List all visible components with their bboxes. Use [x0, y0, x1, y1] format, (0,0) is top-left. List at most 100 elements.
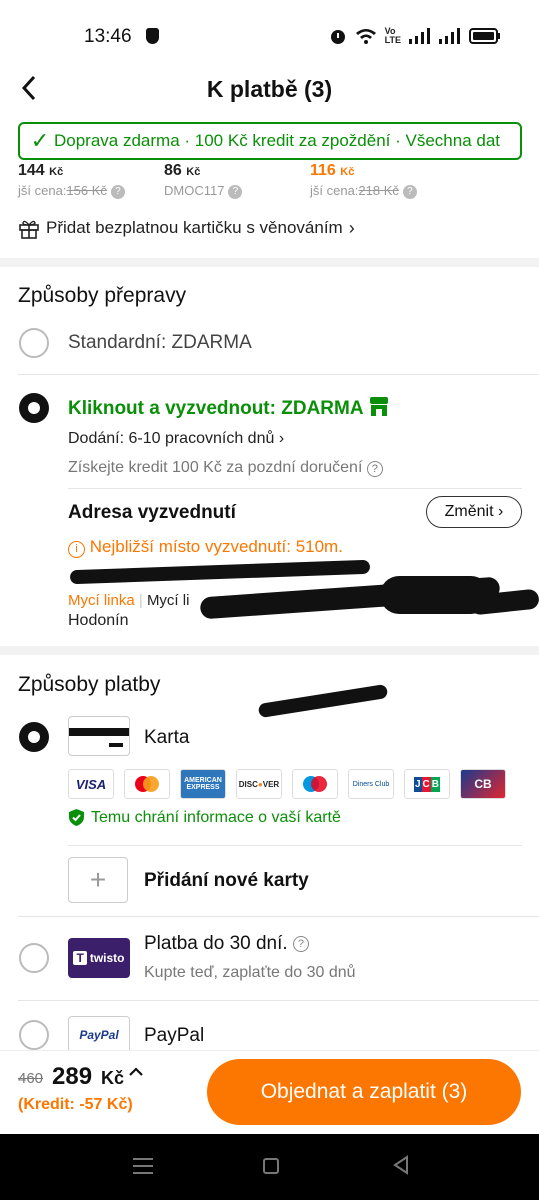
nearest-pickup-note: i Nejbližší místo vyzvednutí: 510m.	[68, 537, 343, 558]
original-total: 460	[18, 1070, 44, 1087]
amex-icon: AMERICAN EXPRESS	[180, 769, 226, 799]
twisto-logo: T twisto	[68, 938, 130, 978]
pickup-address-title: Adresa vyzvednutí	[68, 502, 236, 523]
delivery-text: Dodání: 6-10 pracovních dnů	[68, 430, 275, 447]
volte-icon: Vo LTE	[384, 26, 401, 45]
chevron-right-icon: ›	[278, 430, 285, 447]
help-icon[interactable]: ?	[110, 184, 125, 199]
product-price-row: 144 Kč jší cena:156 Kč? 86 Kč DMOC117? 1…	[18, 162, 538, 202]
divider	[18, 916, 539, 917]
help-icon[interactable]: ?	[292, 936, 309, 952]
signal-icon	[409, 28, 430, 44]
shipping-title: Způsoby přepravy	[18, 284, 187, 307]
pickup-city: Hodonín	[68, 612, 129, 629]
credit-note: Získejte kredit 100 Kč za pozdní doručen…	[68, 459, 383, 477]
price-label: jší cena:	[18, 183, 67, 198]
payment-title: Způsoby platby	[18, 673, 161, 696]
card-brands: VISA AMERICAN EXPRESS DISC ● VER Diners Clu…	[68, 769, 506, 799]
shipping-pickup-label[interactable]: Kliknout a vyzvednout: ZDARMA	[68, 397, 390, 420]
back-triangle-icon[interactable]	[392, 1155, 410, 1181]
check-icon: ✓	[30, 128, 50, 153]
promo-text: Doprava zdarma · 100 Kč kredit za zpoždě…	[54, 131, 501, 150]
product-price: 116 Kč jší cena:218 Kč?	[310, 162, 417, 199]
info-icon: i	[68, 541, 85, 558]
checkout-screen: 13:46 Vo LTE K platbě (3) 144 Kč jší cena…	[0, 0, 539, 1200]
radio-paypal[interactable]	[19, 1020, 49, 1050]
change-address-button[interactable]: Změnit ›	[426, 496, 522, 528]
card-icon	[68, 716, 130, 756]
delivery-time-link[interactable]: Dodání: 6-10 pracovních dnů ›	[68, 430, 284, 448]
shield-check-icon	[69, 809, 84, 826]
promo-banner: ✓ Doprava zdarma · 100 Kč kredit za zpož…	[18, 122, 522, 160]
price-currency: Kč	[340, 166, 355, 178]
chevron-up-icon[interactable]	[128, 1064, 144, 1085]
paypal-label[interactable]: PayPal	[144, 1025, 204, 1047]
redaction	[257, 683, 389, 719]
old-price: 218 Kč	[358, 183, 399, 198]
price-label: jší cena:	[310, 183, 359, 198]
signal-icon	[439, 28, 460, 44]
status-icons: Vo LTE	[329, 27, 501, 45]
radio-card[interactable]	[19, 722, 49, 752]
shipping-standard-label[interactable]: Standardní: ZDARMA	[68, 332, 252, 354]
menu-icon[interactable]	[133, 1158, 153, 1174]
radio-twisto[interactable]	[19, 943, 49, 973]
divider	[18, 1000, 539, 1001]
change-label: Změnit	[444, 503, 494, 520]
diners-icon: Diners Club	[348, 769, 394, 799]
add-card-button[interactable]: Přidání nové karty	[144, 870, 309, 892]
gift-icon	[19, 220, 39, 239]
protect-text: Temu chrání informace o vaší kartě	[91, 808, 341, 826]
help-icon[interactable]: ?	[228, 184, 243, 199]
card-label[interactable]: Karta	[144, 727, 189, 749]
divider	[68, 845, 522, 846]
store-icon	[370, 397, 389, 416]
wifi-icon	[355, 29, 376, 44]
help-icon[interactable]: ?	[402, 184, 417, 199]
place-order-button[interactable]: Objednat a zaplatit (3)	[207, 1059, 521, 1125]
radio-pickup[interactable]	[19, 393, 49, 423]
chevron-right-icon: ›	[348, 217, 355, 238]
redaction	[69, 559, 371, 585]
discover-icon: DISC ● VER	[236, 769, 282, 799]
product-price: 86 Kč DMOC117?	[164, 162, 243, 199]
price-value: 144	[18, 162, 45, 179]
place-name: Mycí li	[146, 592, 190, 609]
jcb-icon: JCB	[404, 769, 450, 799]
price-value: 86	[164, 162, 182, 179]
status-time: 13:46	[84, 26, 132, 47]
page-title: K platbě (3)	[206, 76, 333, 102]
maestro-icon	[292, 769, 338, 799]
twisto-sub: Kupte teď, zaplaťte do 30 dnů	[144, 964, 356, 981]
home-icon[interactable]	[263, 1158, 279, 1174]
help-icon[interactable]: ?	[366, 461, 383, 477]
product-price: 144 Kč jší cena:156 Kč?	[18, 162, 125, 199]
radio-standard[interactable]	[19, 328, 49, 358]
place-tag: Mycí linka	[68, 592, 135, 609]
twisto-title: Platba do 30 dní.	[144, 933, 288, 954]
credit-discount: (Kredit: -57 Kč)	[18, 1096, 133, 1113]
nearest-text: Nejbližší místo vyzvednutí: 510m.	[89, 537, 343, 556]
price-value: 116	[310, 162, 336, 179]
cb-icon: CB	[460, 769, 506, 799]
pickup-place: Mycí linka | Mycí li	[68, 592, 190, 609]
gift-label: Přidat bezplatnou kartičku s věnováním	[46, 218, 343, 237]
add-card-icon[interactable]: +	[68, 857, 128, 903]
credit-note-text: Získejte kredit 100 Kč za pozdní doručen…	[68, 459, 363, 476]
card-protection-note: Temu chrání informace o vaší kartě	[68, 808, 341, 827]
shield-icon	[146, 28, 159, 44]
price-currency: Kč	[186, 166, 201, 178]
section-divider	[0, 258, 539, 267]
battery-icon	[469, 28, 500, 44]
twisto-label[interactable]: Platba do 30 dní. ?	[144, 933, 309, 955]
divider	[68, 488, 522, 489]
total-currency: Kč	[101, 1068, 125, 1088]
coupon-code: DMOC117	[164, 183, 225, 198]
price-currency: Kč	[49, 166, 64, 178]
pickup-text: Kliknout a vyzvednout: ZDARMA	[68, 398, 363, 419]
section-divider	[0, 646, 539, 655]
add-gift-card-link[interactable]: Přidat bezplatnou kartičku s věnováním ›	[18, 217, 355, 239]
old-price: 156 Kč	[66, 183, 107, 198]
twisto-logo-text: twisto	[89, 951, 125, 965]
total-price: 289	[52, 1063, 93, 1090]
